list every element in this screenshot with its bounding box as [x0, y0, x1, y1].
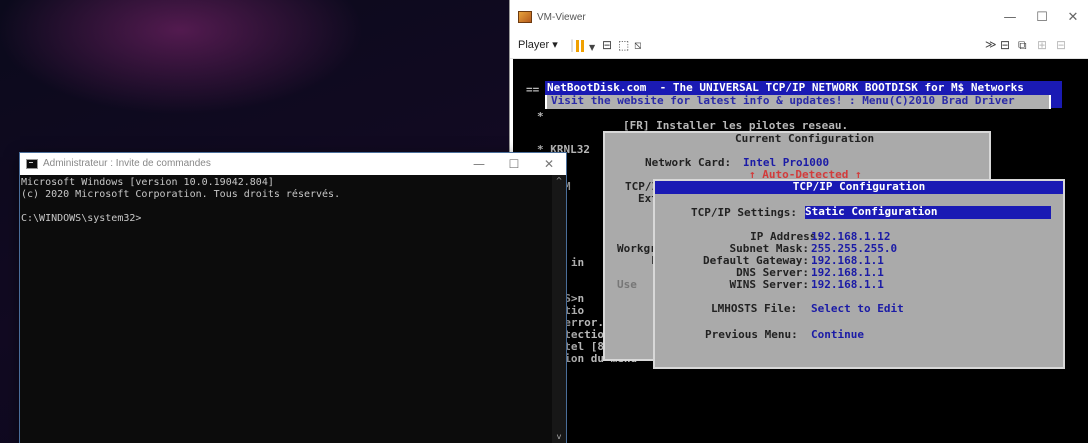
lmhosts-value[interactable]: Select to Edit: [811, 303, 904, 315]
maximize-button[interactable]: ☐: [1030, 8, 1054, 28]
previous-menu-value[interactable]: Continue: [811, 329, 864, 341]
cmd-minimize-button[interactable]: —: [468, 155, 490, 173]
minimize-button[interactable]: —: [998, 8, 1022, 28]
printer-icon[interactable]: ⊟: [1056, 38, 1066, 52]
cmd-window: Administrateur : Invite de commandes — ☐…: [20, 153, 566, 443]
send-ctrl-alt-del-icon[interactable]: ⊟: [602, 38, 612, 52]
screen-text: *: [537, 110, 544, 123]
lmhosts-label: LMHOSTS File:: [711, 302, 798, 315]
cmd-console[interactable]: Microsoft Windows [version 10.0.19042.80…: [20, 175, 551, 443]
cmd-titlebar[interactable]: Administrateur : Invite de commandes — ☐…: [20, 153, 566, 175]
toolbar-divider: |: [570, 38, 575, 52]
console-line: Microsoft Windows [version 10.0.19042.80…: [21, 177, 274, 188]
banner-subtitle: Visit the website for latest info & upda…: [551, 94, 1015, 107]
tcpip-config-title: TCP/IP Configuration: [655, 181, 1063, 194]
network-card-label: Network Card:: [645, 156, 732, 169]
cmd-scrollbar[interactable]: ^ v: [552, 175, 566, 443]
removable-device-icon[interactable]: ⊟: [1000, 38, 1010, 52]
wins-server-label: WINS Server:: [729, 278, 809, 291]
guest-screen[interactable]: == * * KRNL32 cRAM T re in DOS>n latio k…: [513, 59, 1088, 443]
cmd-window-title: Administrateur : Invite de commandes: [43, 158, 211, 169]
tcpip-settings-value[interactable]: Static Configuration: [805, 206, 1051, 219]
scroll-down-chevron-icon[interactable]: v: [552, 431, 566, 443]
vm-app-icon: [518, 11, 532, 23]
unity-mode-icon[interactable]: ⧅: [634, 38, 642, 52]
pause-icon[interactable]: [576, 40, 586, 52]
tcpip-configuration-box: TCP/IP Configuration TCP/IP Settings: St…: [653, 179, 1065, 369]
player-menu-button[interactable]: Player ▾: [518, 38, 558, 51]
banner-title: NetBootDisk.com - The UNIVERSAL TCP/IP N…: [547, 81, 1024, 94]
scroll-up-chevron-icon[interactable]: ^: [552, 175, 566, 187]
fit-guest-icon[interactable]: ⬚: [618, 38, 629, 52]
current-config-title: Current Configuration: [735, 132, 875, 145]
sound-card-icon[interactable]: ⊞: [1037, 38, 1047, 52]
screen-text: ==: [526, 83, 546, 96]
current-config-row: Use: [617, 278, 637, 291]
previous-menu-label: Previous Menu:: [705, 328, 798, 341]
network-adapter-icon[interactable]: ⧉: [1018, 38, 1027, 52]
console-prompt: C:\WINDOWS\system32>: [21, 213, 142, 224]
console-line: (c) 2020 Microsoft Corporation. Tous dro…: [21, 189, 341, 200]
vm-window-title: VM-Viewer: [537, 12, 586, 23]
cmd-app-icon: [26, 159, 38, 169]
vm-viewer-window: VM-Viewer — ☐ ✕ Player ▾ | ▼ ⊟ ⬚ ⧅ ≫ ⊟ ⧉…: [510, 0, 1088, 443]
cmd-close-button[interactable]: ✕: [538, 155, 560, 173]
vm-toolbar: Player ▾ | ▼ ⊟ ⬚ ⧅ ≫ ⊟ ⧉ ⊞ ⊟: [510, 32, 1088, 59]
banner-subtitle-box: Visit the website for latest info & upda…: [545, 95, 1051, 109]
cmd-maximize-button[interactable]: ☐: [503, 155, 525, 173]
pause-dropdown-chevron-icon[interactable]: ▼: [589, 41, 595, 55]
fast-forward-icon[interactable]: ≫: [985, 38, 997, 52]
vm-titlebar[interactable]: VM-Viewer — ☐ ✕: [510, 0, 1088, 32]
close-button[interactable]: ✕: [1061, 8, 1085, 28]
tcpip-settings-label: TCP/IP Settings:: [691, 206, 797, 219]
wins-server-value[interactable]: 192.168.1.1: [811, 279, 884, 291]
